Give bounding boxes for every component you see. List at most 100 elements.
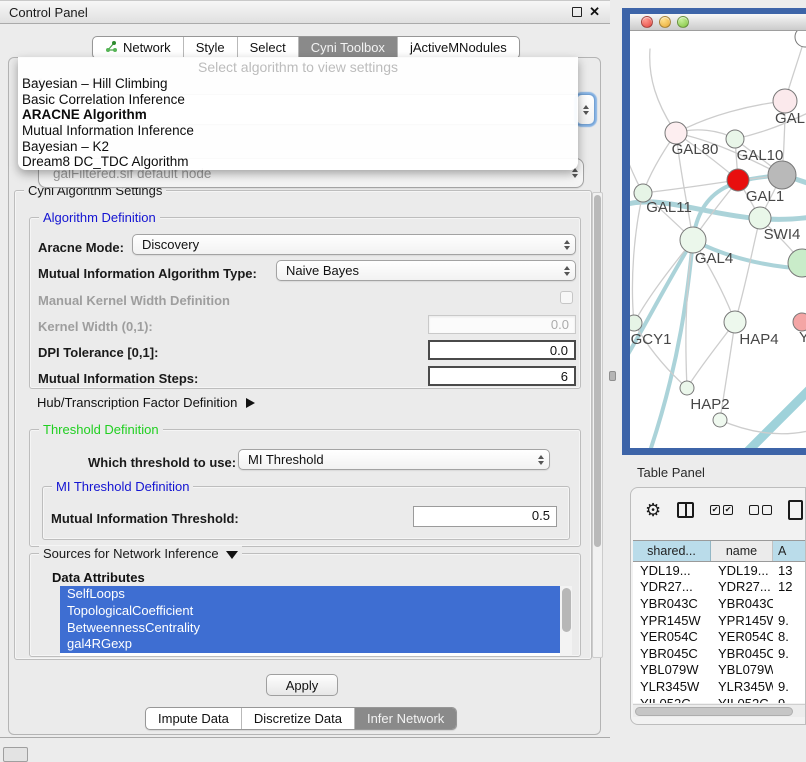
network-node-label: GAL10 bbox=[737, 147, 784, 164]
manual-kernel-width-checkbox[interactable] bbox=[560, 291, 573, 304]
tab-discretize-data[interactable]: Discretize Data bbox=[241, 708, 354, 729]
which-threshold-combo[interactable]: MI Threshold bbox=[238, 449, 550, 470]
which-threshold-label: Which threshold to use: bbox=[88, 455, 236, 470]
table-cell: YPR145W bbox=[711, 613, 773, 628]
float-window-icon[interactable] bbox=[572, 7, 582, 17]
mi-steps-label: Mutual Information Steps: bbox=[38, 371, 198, 386]
table-row[interactable]: YDR27...YDR27...12 bbox=[633, 579, 806, 596]
kernel-width-field[interactable]: 0.0 bbox=[428, 315, 576, 334]
network-node[interactable] bbox=[768, 161, 796, 189]
combo-stepper-icon[interactable] bbox=[577, 95, 594, 124]
tab-network[interactable]: Network bbox=[93, 37, 183, 58]
algorithm-option[interactable]: Dream8 DC_TDC Algorithm bbox=[18, 154, 578, 170]
control-panel-title: Control Panel bbox=[0, 5, 88, 20]
tab-impute-data[interactable]: Impute Data bbox=[146, 708, 241, 729]
table-row[interactable]: YBL079WYBL079W bbox=[633, 662, 806, 679]
combo-stepper-icon[interactable] bbox=[558, 235, 575, 254]
data-attribute-item[interactable]: TopologicalCoefficient bbox=[60, 603, 560, 620]
attributes-scrollbar-thumb[interactable] bbox=[562, 588, 571, 632]
panel-splitter-grip[interactable] bbox=[609, 371, 616, 381]
hub-definition-toggle[interactable]: Hub/Transcription Factor Definition bbox=[37, 395, 255, 410]
network-window-titlebar[interactable] bbox=[630, 14, 806, 31]
column-header-name[interactable]: name bbox=[711, 541, 773, 561]
control-panel-tabbar: Network Style Select Cyni Toolbox jActiv… bbox=[92, 36, 520, 59]
network-node-label: GAL bbox=[775, 110, 805, 127]
network-node-label: GAL4 bbox=[695, 250, 733, 267]
tab-style[interactable]: Style bbox=[183, 37, 237, 58]
network-node[interactable] bbox=[788, 249, 806, 277]
settings-scrollbar-thumb[interactable] bbox=[594, 195, 601, 547]
tab-cyni-toolbox[interactable]: Cyni Toolbox bbox=[298, 37, 397, 58]
network-node-gcy1[interactable] bbox=[630, 315, 642, 331]
table-cell: 9. bbox=[773, 696, 806, 703]
select-all-checkboxes-icon[interactable]: ✔✔ bbox=[710, 505, 733, 515]
algorithm-option[interactable]: Bayesian – K2 bbox=[18, 139, 578, 155]
cyni-bottom-tabbar: Impute Data Discretize Data Infer Networ… bbox=[145, 707, 457, 730]
algorithm-option[interactable]: Bayesian – Hill Climbing bbox=[18, 76, 578, 92]
table-cell: 8. bbox=[773, 629, 806, 644]
data-attribute-item[interactable]: gal4RGexp bbox=[60, 636, 560, 653]
deselect-checkboxes-icon[interactable] bbox=[749, 505, 772, 515]
application-root: Control Panel ✕ Network Style Select Cyn… bbox=[0, 0, 806, 762]
zoom-traffic-light-icon[interactable] bbox=[677, 16, 689, 28]
table-horizontal-scrollbar[interactable] bbox=[633, 704, 805, 717]
table-cell: 12 bbox=[773, 579, 806, 594]
algorithm-option[interactable]: Basic Correlation Inference bbox=[18, 92, 578, 108]
document-icon[interactable] bbox=[788, 500, 803, 520]
dpi-tolerance-field[interactable]: 0.0 bbox=[428, 340, 576, 360]
network-node-hap4[interactable] bbox=[724, 311, 746, 333]
algorithm-option[interactable]: ARACNE Algorithm bbox=[18, 107, 578, 123]
mi-threshold-field[interactable]: 0.5 bbox=[413, 506, 557, 527]
data-attributes-label: Data Attributes bbox=[52, 570, 145, 585]
collapsed-panel-button[interactable] bbox=[3, 747, 28, 762]
network-node-label: GAL11 bbox=[646, 199, 692, 216]
tab-label: Network bbox=[123, 40, 171, 55]
network-canvas[interactable]: GALGAL80GAL10GAL1GAL11SWI4GAL4GCY1HAP4YH… bbox=[630, 31, 806, 448]
network-node-hap2[interactable] bbox=[680, 381, 694, 395]
cyni-algorithm-settings-group: Cyni Algorithm Settings Algorithm Defini… bbox=[14, 190, 592, 660]
mi-steps-field[interactable]: 6 bbox=[428, 366, 576, 386]
minimize-traffic-light-icon[interactable] bbox=[659, 16, 671, 28]
table-row[interactable]: YPR145WYPR145W9. bbox=[633, 612, 806, 629]
tab-select[interactable]: Select bbox=[237, 37, 298, 58]
data-attribute-item[interactable]: SelfLoops bbox=[60, 586, 560, 603]
table-cell: 9. bbox=[773, 613, 806, 628]
network-node-label: GAL80 bbox=[672, 141, 719, 158]
table-cell: YBR045C bbox=[633, 646, 711, 661]
column-header-clipped[interactable]: A bbox=[773, 541, 806, 561]
combo-stepper-icon[interactable] bbox=[532, 450, 549, 469]
settings-scrollbar[interactable] bbox=[592, 192, 603, 658]
collapse-down-icon[interactable] bbox=[226, 551, 238, 559]
settings-gear-icon[interactable]: ⚙ bbox=[645, 501, 661, 519]
tab-infer-network[interactable]: Infer Network bbox=[354, 708, 456, 729]
table-scrollbar-thumb[interactable] bbox=[635, 707, 793, 716]
aracne-mode-value: Discovery bbox=[142, 237, 199, 252]
table-row[interactable]: YLR345WYLR345W9. bbox=[633, 678, 806, 695]
column-header-shared-name[interactable]: shared... bbox=[633, 541, 711, 561]
network-edge bbox=[676, 101, 785, 133]
network-node[interactable] bbox=[795, 31, 806, 47]
table-row[interactable]: YDL19...YDL19...13 bbox=[633, 562, 806, 579]
close-icon[interactable]: ✕ bbox=[589, 7, 600, 17]
table-panel: ⚙ ✔✔ shared... name A YDL19...YDL19...13… bbox=[630, 487, 806, 725]
network-node-gal10[interactable] bbox=[726, 130, 744, 148]
network-node[interactable] bbox=[713, 413, 727, 427]
apply-button[interactable]: Apply bbox=[266, 674, 338, 696]
table-cell: YIL052C bbox=[633, 696, 711, 703]
table-body: YDL19...YDL19...13YDR27...YDR27...12YBR0… bbox=[633, 562, 806, 703]
tab-jactivemnodules[interactable]: jActiveMNodules bbox=[397, 37, 519, 58]
close-traffic-light-icon[interactable] bbox=[641, 16, 653, 28]
data-attribute-item[interactable]: BetweennessCentrality bbox=[60, 620, 560, 637]
mi-algorithm-type-combo[interactable]: Naive Bayes bbox=[276, 260, 576, 281]
network-tab-icon bbox=[105, 40, 118, 56]
table-row[interactable]: YER054CYER054C8. bbox=[633, 628, 806, 645]
table-cell: YLR345W bbox=[633, 679, 711, 694]
table-row[interactable]: YBR043CYBR043C bbox=[633, 595, 806, 612]
table-row[interactable]: YBR045CYBR045C9. bbox=[633, 645, 806, 662]
combo-stepper-icon[interactable] bbox=[558, 261, 575, 280]
split-columns-icon[interactable] bbox=[677, 502, 694, 518]
table-row[interactable]: YIL052CYIL052C9. bbox=[633, 695, 806, 703]
attributes-scrollbar[interactable] bbox=[560, 586, 572, 656]
algorithm-option[interactable]: Mutual Information Inference bbox=[18, 123, 578, 139]
aracne-mode-combo[interactable]: Discovery bbox=[132, 234, 576, 255]
